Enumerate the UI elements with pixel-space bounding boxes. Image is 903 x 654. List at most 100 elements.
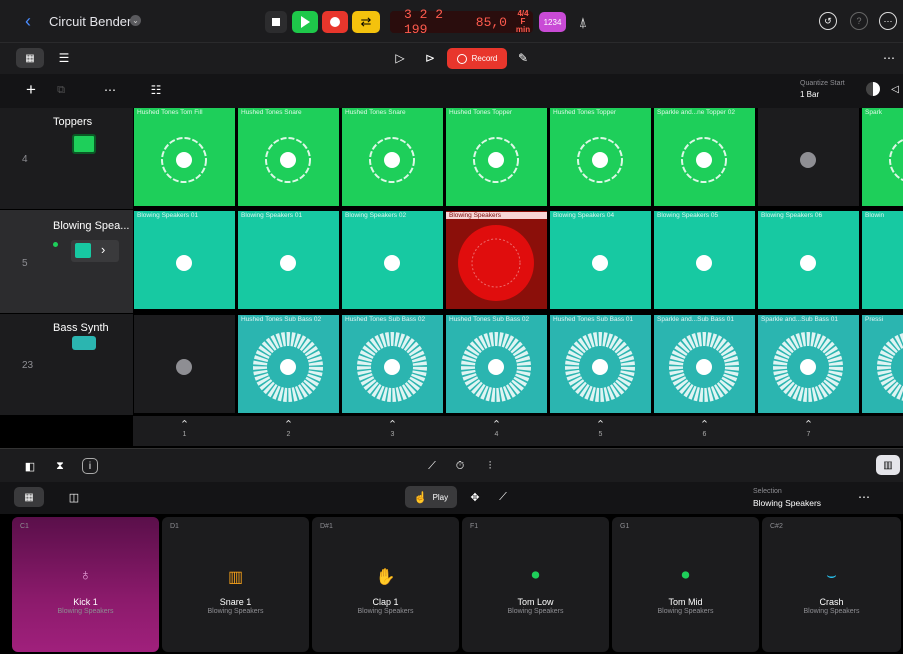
quantize-pie-icon[interactable] — [866, 82, 880, 96]
clip-center-dot — [384, 255, 400, 271]
keyboard-toggle-icon[interactable]: ▥ — [876, 455, 900, 475]
clip-cell[interactable]: Blowing Speakers 01 — [238, 211, 339, 309]
empty-slot-dot — [176, 359, 192, 375]
pencil-icon[interactable]: ✎ — [512, 48, 534, 68]
clip-visual-icon — [565, 332, 635, 402]
grid-view-icon[interactable]: ▦ — [16, 48, 44, 68]
quantize-label: Quantize Start — [800, 80, 845, 87]
clip-cell[interactable]: Hushed Tones Topper — [550, 108, 651, 206]
drum-pad[interactable]: D#1 ✋ Clap 1 Blowing Speakers — [312, 517, 459, 652]
clip-name: Pressi — [865, 316, 884, 323]
play-from-start-icon[interactable]: ▷ — [388, 48, 412, 68]
speaker-icon[interactable]: ◁ — [888, 82, 902, 96]
pad-note: F1 — [470, 523, 479, 530]
edit-pencil-icon[interactable]: ⟋ — [424, 458, 440, 474]
drum-pad[interactable]: G1 ⏺ Tom Mid Blowing Speakers — [612, 517, 759, 652]
clip-cell[interactable]: Blowing Speakers — [446, 211, 547, 309]
clip-cell[interactable]: Hushed Tones Snare — [238, 108, 339, 206]
move-icon[interactable]: ✥ — [464, 487, 486, 507]
track-options-icon[interactable]: ⋯ — [100, 81, 120, 99]
drum-machine-selector[interactable]: › — [71, 240, 119, 262]
clip-cell[interactable]: Hushed Tones Tom Fill — [134, 108, 235, 206]
stop-button[interactable] — [265, 11, 287, 33]
clip-cell[interactable]: Hushed Tones Topper — [446, 108, 547, 206]
clip-cell[interactable]: Blowin — [862, 211, 903, 309]
pad-name: Clap 1 — [372, 597, 399, 607]
clip-visual-icon — [265, 137, 311, 183]
mixer-icon[interactable]: ⧗ — [52, 458, 68, 474]
clip-cell[interactable]: Blowing Speakers 06 — [758, 211, 859, 309]
scene-trigger[interactable]: ⌃ 4 — [446, 418, 547, 438]
chevron-up-icon: ⌃ — [803, 419, 814, 431]
eq-sliders-icon[interactable]: ⫶ — [482, 458, 498, 474]
play-from-playhead-icon[interactable]: ⊳ — [418, 48, 442, 68]
split-view-icon[interactable]: ◫ — [64, 487, 84, 507]
track-number: 5 — [22, 258, 28, 269]
chevron-up-icon: ⌃ — [283, 419, 294, 431]
clip-cell[interactable]: Sparkle and...ne Topper 02 — [654, 108, 755, 206]
play-button[interactable] — [292, 11, 318, 33]
drum-pad[interactable]: D1 ▥ Snare 1 Blowing Speakers — [162, 517, 309, 652]
scene-list-icon[interactable]: ☷ — [146, 81, 166, 99]
clip-cell[interactable]: Hushed Tones Sub Bass 02 — [238, 315, 339, 413]
record-session-button[interactable]: Record — [447, 48, 507, 69]
clip-cell[interactable]: Hushed Tones Sub Bass 02 — [446, 315, 547, 413]
chevron-down-icon[interactable]: ⌄ — [130, 15, 141, 26]
project-title[interactable]: Circuit Bender — [49, 14, 131, 29]
record-button[interactable] — [322, 11, 348, 33]
metronome-icon[interactable]: ⍋ — [572, 12, 594, 32]
scene-trigger[interactable]: ⌃ 5 — [550, 418, 651, 438]
pads-layout-icon[interactable]: ▦ — [14, 487, 44, 507]
clip-cell[interactable]: Sparkle and...Sub Bass 01 — [654, 315, 755, 413]
info-icon[interactable]: i — [82, 458, 98, 474]
clip-center-dot — [384, 152, 400, 168]
clip-cell[interactable]: Blowing Speakers 04 — [550, 211, 651, 309]
drum-pad[interactable]: C1 ♁ Kick 1 Blowing Speakers — [12, 517, 159, 652]
timer-icon[interactable]: ⏱ — [452, 458, 468, 474]
track-header-toppers[interactable]: 4 Toppers — [0, 108, 133, 210]
tracks-view-icon[interactable]: ☰ — [50, 48, 78, 68]
scene-trigger[interactable]: ⌃ 6 — [654, 418, 755, 438]
count-in-button[interactable]: 1234 — [539, 12, 566, 32]
add-track-icon[interactable]: + — [22, 80, 40, 99]
quantize-value[interactable]: 1 Bar — [800, 90, 819, 99]
track-header-blowing-speakers[interactable]: 5 Blowing Spea... › — [0, 210, 133, 314]
library-icon[interactable]: ◧ — [22, 458, 38, 474]
clip-cell[interactable]: Blowing Speakers 05 — [654, 211, 755, 309]
pad-name: Tom Low — [517, 597, 554, 607]
duplicate-icon[interactable]: ⧉ — [52, 81, 70, 99]
clip-cell[interactable]: Sparkle and...Sub Bass 01 — [758, 315, 859, 413]
clip-cell[interactable]: Blowing Speakers 02 — [342, 211, 443, 309]
scene-trigger[interactable]: ⌃ 2 — [238, 418, 339, 438]
pad-more-icon[interactable]: ⋯ — [855, 487, 873, 507]
loop-button[interactable]: ⇄ — [352, 11, 380, 33]
pad-note: G1 — [620, 523, 630, 530]
chevron-up-icon: ⌃ — [699, 419, 710, 431]
clip-cell[interactable]: Pressi — [862, 315, 903, 413]
selection-value[interactable]: Blowing Speakers — [753, 498, 821, 508]
more-icon[interactable]: ⋯ — [880, 48, 898, 68]
clip-visual-icon — [681, 137, 727, 183]
scene-trigger[interactable]: ⌃ 1 — [134, 418, 235, 438]
clip-cell[interactable]: Hushed Tones Sub Bass 01 — [550, 315, 651, 413]
clip-cell[interactable]: Hushed Tones Snare — [342, 108, 443, 206]
clip-cell[interactable]: Spark — [862, 108, 903, 206]
lcd-display[interactable]: 3 2 2 199 85,0 4/4 F min — [390, 7, 533, 37]
drum-pad[interactable]: C#2 ⌣ Crash Blowing Speakers — [762, 517, 901, 652]
more-options-icon[interactable]: ⋯ — [879, 12, 897, 30]
back-chevron-icon[interactable]: ‹ — [20, 11, 36, 31]
clip-cell[interactable]: Blowing Speakers 01 — [134, 211, 235, 309]
view-bar: ▦ ☰ ▷ ⊳ Record ✎ ⋯ — [0, 42, 903, 74]
scene-trigger[interactable]: ⌃ 3 — [342, 418, 443, 438]
clip-cell[interactable]: Hushed Tones Sub Bass 02 — [342, 315, 443, 413]
help-icon[interactable]: ? — [850, 12, 868, 30]
drum-pad[interactable]: F1 ⏺ Tom Low Blowing Speakers — [462, 517, 609, 652]
draw-icon[interactable]: ⟋ — [492, 487, 514, 507]
clip-cell[interactable] — [134, 315, 235, 413]
undo-history-icon[interactable]: ↺ — [819, 12, 837, 30]
clip-cell[interactable] — [758, 108, 859, 206]
clip-center-dot — [488, 359, 504, 375]
play-mode-button[interactable]: ☝ Play — [405, 486, 457, 508]
track-header-bass-synth[interactable]: 23 Bass Synth — [0, 314, 133, 416]
scene-trigger[interactable]: ⌃ 7 — [758, 418, 859, 438]
